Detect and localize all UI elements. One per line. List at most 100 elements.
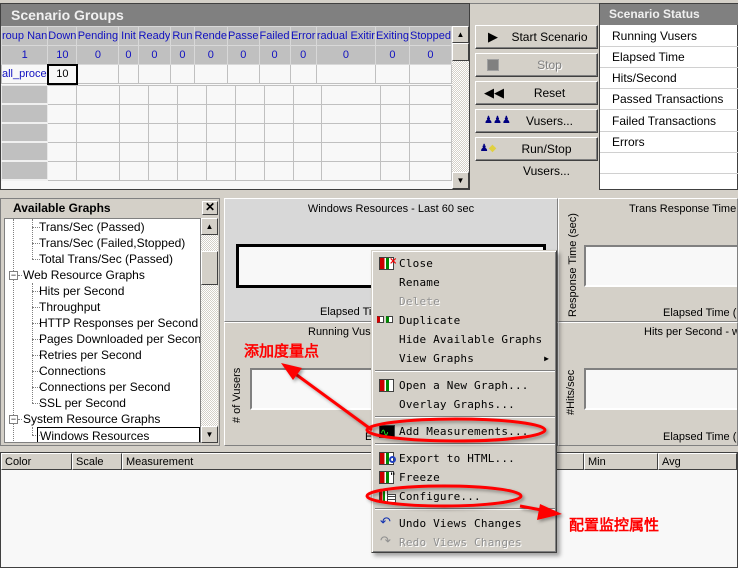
- available-graphs-tree[interactable]: Trans/Sec (Passed) Trans/Sec (Failed,Stop…: [4, 218, 201, 443]
- column-header[interactable]: radual Exitir: [315, 26, 376, 46]
- play-icon: ▶: [488, 29, 498, 44]
- column-header[interactable]: Init: [118, 26, 139, 46]
- tree-item[interactable]: Trans/Sec (Passed): [39, 219, 145, 235]
- graph-plot-area[interactable]: [584, 245, 737, 287]
- menu-item-undo-views-changes[interactable]: ↶ Undo Views Changes: [375, 514, 555, 533]
- menu-separator: [375, 370, 555, 372]
- scenario-groups-table: roup Nan Down Pending Init Ready Run Ren…: [1, 26, 452, 85]
- vertical-scrollbar[interactable]: ▲ ▼: [452, 26, 469, 189]
- menu-item-rename[interactable]: Rename: [375, 273, 555, 292]
- menu-item-label: Close: [399, 257, 434, 270]
- tree-item[interactable]: SSL per Second: [39, 395, 126, 411]
- annotation-configure-properties: 配置监控属性: [569, 516, 660, 534]
- menu-item-freeze[interactable]: " Freeze: [375, 468, 555, 487]
- column-header[interactable]: Ready: [137, 26, 172, 46]
- menu-item-open-a-new-graph[interactable]: Open a New Graph...: [375, 376, 555, 395]
- status-empty-row: [600, 153, 738, 174]
- stop-icon: [484, 54, 502, 78]
- tree-item[interactable]: Total Trans/Sec (Passed): [39, 251, 173, 267]
- stop-button[interactable]: Stop: [475, 53, 598, 77]
- tree-group[interactable]: System Resource Graphs: [23, 411, 160, 427]
- menu-item-duplicate[interactable]: Duplicate: [375, 311, 555, 330]
- empty-table-row[interactable]: [1, 160, 452, 181]
- menu-item-label: View Graphs: [399, 352, 475, 365]
- column-header[interactable]: Pending: [76, 26, 120, 46]
- reset-button[interactable]: ◀◀ Reset: [475, 81, 598, 105]
- menu-item-redo-views-changes: ↷ Redo Views Changes: [375, 533, 555, 552]
- empty-table-row[interactable]: [1, 103, 452, 124]
- menu-item-overlay-graphs[interactable]: Overlay Graphs...: [375, 395, 555, 414]
- column-header[interactable]: Exiting: [374, 26, 410, 46]
- graph-hits-per-second[interactable]: Hits per Second - w #Hits/sec Elapsed Ti…: [558, 322, 738, 446]
- tree-line: [32, 219, 33, 259]
- empty-table-row[interactable]: [1, 84, 452, 105]
- menu-item-add-measurements[interactable]: ∿ Add Measurements...: [375, 422, 555, 441]
- menu-item-configure[interactable]: Configure...: [375, 487, 555, 506]
- collapse-icon[interactable]: −: [9, 415, 18, 424]
- menu-item-close[interactable]: × Close: [375, 254, 555, 273]
- column-header[interactable]: Error: [289, 26, 317, 46]
- redo-icon: ↷: [380, 534, 391, 549]
- status-passed-transactions[interactable]: Passed Transactions: [600, 89, 738, 110]
- graph-title: Running Vuse: [308, 326, 377, 338]
- menu-separator: [375, 416, 555, 418]
- legend-column-scale[interactable]: Scale: [72, 453, 122, 470]
- tree-item[interactable]: Trans/Sec (Failed,Stopped): [39, 235, 185, 251]
- column-header[interactable]: Run: [170, 26, 195, 46]
- menu-separator: [375, 508, 555, 510]
- scroll-down-button[interactable]: ▼: [452, 172, 469, 189]
- column-header[interactable]: Stopped: [408, 26, 452, 46]
- scenario-groups-title: Scenario Groups: [1, 4, 469, 26]
- total-cell: 0: [118, 45, 139, 65]
- tree-line: [32, 283, 33, 403]
- down-cell[interactable]: 10: [46, 63, 78, 85]
- menu-item-label: Add Measurements...: [399, 425, 529, 438]
- tree-item[interactable]: HTTP Responses per Second: [39, 315, 198, 331]
- legend-column-color[interactable]: Color: [1, 453, 72, 470]
- empty-table-row[interactable]: [1, 141, 452, 162]
- totals-row: 1 10 0 0 0 0 0 0 0 0 0 0 0: [1, 45, 452, 65]
- scroll-thumb[interactable]: [452, 43, 469, 61]
- scroll-up-button[interactable]: ▲: [452, 26, 469, 43]
- scroll-down-button[interactable]: ▼: [201, 426, 218, 443]
- status-failed-transactions[interactable]: Failed Transactions: [600, 111, 738, 132]
- status-errors[interactable]: Errors: [600, 132, 738, 153]
- tree-item[interactable]: Hits per Second: [39, 283, 124, 299]
- menu-item-label: Undo Views Changes: [399, 517, 522, 530]
- menu-item-hide-available-graphs[interactable]: Hide Available Graphs: [375, 330, 555, 349]
- menu-item-export-to-html[interactable]: Export to HTML...: [375, 449, 555, 468]
- graph-plot-area[interactable]: [250, 368, 390, 410]
- tree-item[interactable]: Pages Downloaded per Second: [39, 331, 200, 347]
- tree-item[interactable]: Throughput: [39, 299, 100, 315]
- legend-column-avg[interactable]: Avg: [658, 453, 737, 470]
- group-name-cell[interactable]: all_proce: [1, 64, 49, 84]
- menu-item-view-graphs[interactable]: View Graphs ▶: [375, 349, 555, 368]
- column-header[interactable]: roup Nan: [1, 26, 49, 46]
- menu-separator: [375, 443, 555, 445]
- run-stop-vusers-button[interactable]: ♟◆ Run/Stop Vusers...: [475, 137, 598, 178]
- scroll-thumb[interactable]: [201, 251, 218, 285]
- table-row[interactable]: all_proce 10: [1, 63, 452, 85]
- tree-group[interactable]: Web Resource Graphs: [23, 267, 145, 283]
- tree-item[interactable]: Connections: [39, 363, 106, 379]
- vusers-button[interactable]: ♟♟♟ Vusers...: [475, 109, 598, 133]
- scroll-up-button[interactable]: ▲: [201, 218, 218, 235]
- tree-item[interactable]: Windows Resources: [37, 427, 200, 442]
- vertical-scrollbar[interactable]: ▲ ▼: [201, 218, 218, 443]
- open-graph-icon: [375, 376, 397, 395]
- tree-item[interactable]: Retries per Second: [39, 347, 142, 363]
- collapse-icon[interactable]: −: [9, 271, 18, 280]
- legend-column-min[interactable]: Min: [584, 453, 658, 470]
- graph-plot-area[interactable]: [584, 368, 737, 410]
- empty-table-row[interactable]: [1, 122, 452, 143]
- column-header[interactable]: Rende: [193, 26, 228, 46]
- close-icon[interactable]: ✕: [202, 201, 218, 215]
- freeze-icon: ": [375, 468, 397, 487]
- column-header[interactable]: Down: [47, 26, 78, 46]
- graph-x-label: Elapsed Time (H: [663, 307, 738, 319]
- column-header[interactable]: Passe: [226, 26, 260, 46]
- tree-item[interactable]: Connections per Second: [39, 379, 170, 395]
- graph-trans-response-time[interactable]: Trans Response Time Response Time (sec) …: [558, 198, 738, 322]
- column-header[interactable]: Failed: [258, 26, 291, 46]
- start-scenario-button[interactable]: ▶ Start Scenario: [475, 25, 598, 49]
